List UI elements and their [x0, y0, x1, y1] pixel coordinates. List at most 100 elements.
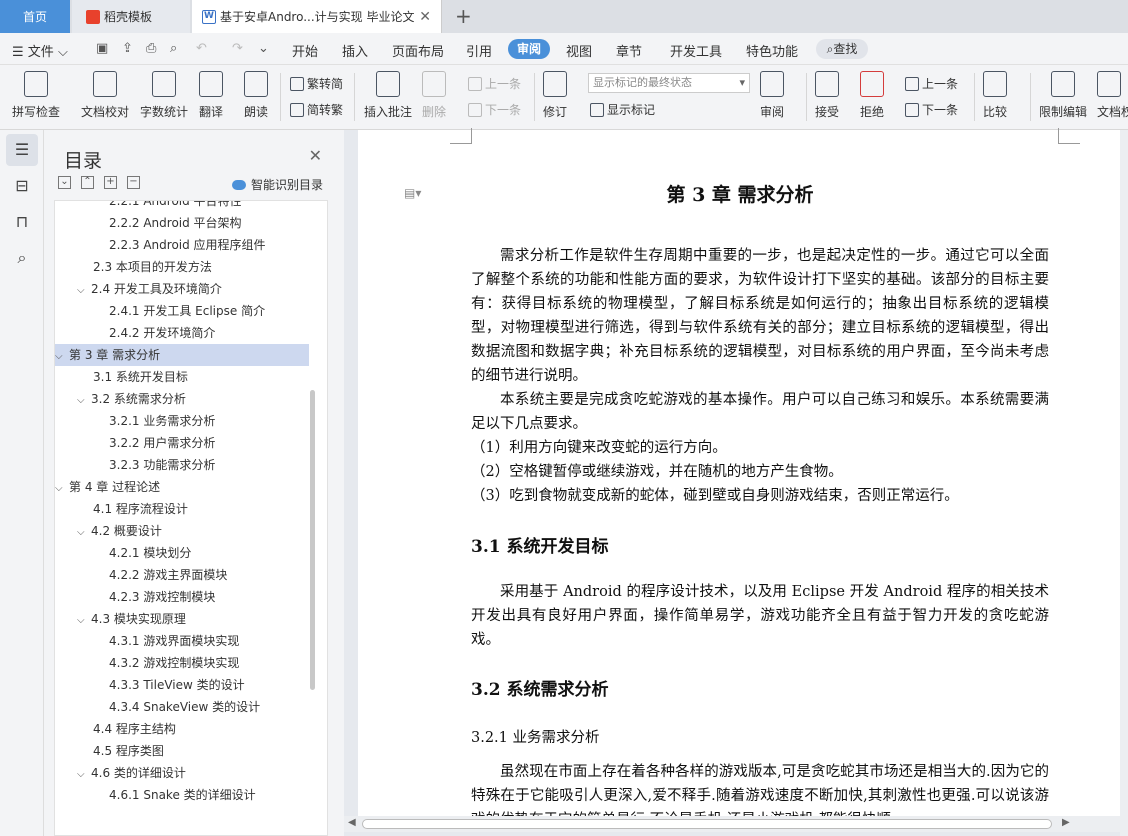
toc-item[interactable]: ⌵ 4.3 模块实现原理	[55, 608, 309, 630]
toc-item[interactable]: 2.2.3 Android 应用程序组件	[55, 234, 309, 256]
chevron-down-icon[interactable]: ⌵	[77, 764, 91, 786]
search-button[interactable]: ⌕查找	[816, 39, 868, 59]
reject-button[interactable]: 拒绝	[860, 71, 884, 120]
undo-icon[interactable]: ↶	[196, 41, 207, 56]
new-tab-icon[interactable]: +	[455, 4, 472, 28]
translate-button[interactable]: 翻译	[199, 71, 223, 120]
toc-item[interactable]: 4.5 程序类图	[55, 740, 309, 762]
accept-button[interactable]: 接受	[815, 71, 839, 120]
tab-document[interactable]: W 基于安卓Andro...计与实现 毕业论文 ✕	[192, 0, 442, 33]
close-icon[interactable]: ✕	[309, 146, 322, 165]
toc-item[interactable]: 4.3.2 游戏控制模块实现	[55, 652, 309, 674]
toc-item[interactable]: 3.2.3 功能需求分析	[55, 454, 309, 476]
traditional-to-simplified-button[interactable]: 繁转简	[290, 75, 343, 92]
menu-features[interactable]: 特色功能	[746, 41, 798, 60]
toc-item[interactable]: 4.2.3 游戏控制模块	[55, 586, 309, 608]
document-permission-button[interactable]: 文档权	[1097, 71, 1128, 120]
save-icon[interactable]: ▣	[96, 41, 108, 56]
accept-label: 接受	[815, 105, 840, 119]
toc-item[interactable]: ⌵ 4.2 概要设计	[55, 520, 309, 542]
toc-item[interactable]: 4.3.4 SnakeView 类的设计	[55, 696, 309, 718]
add-heading-icon[interactable]: +	[104, 176, 117, 189]
toc-item[interactable]: 4.2.1 模块划分	[55, 542, 309, 564]
toc-item[interactable]: 2.2.1 Android 平台特性	[55, 201, 309, 212]
toc-scrollbar[interactable]	[310, 390, 315, 690]
toc-item[interactable]: 3.2.1 业务需求分析	[55, 410, 309, 432]
word-count-button[interactable]: 字数统计	[140, 71, 188, 120]
toc-item[interactable]: 4.3.1 游戏界面模块实现	[55, 630, 309, 652]
toc-item[interactable]: ⌵ 第 4 章 过程论述	[55, 476, 309, 498]
chevron-down-icon[interactable]: ⌵	[77, 390, 91, 412]
customize-icon[interactable]: ⌄	[258, 41, 269, 56]
menu-layout[interactable]: 页面布局	[392, 41, 444, 60]
toc-item[interactable]: ⌵ 4.6 类的详细设计	[55, 762, 309, 784]
redo-icon[interactable]: ↷	[232, 41, 243, 56]
toc-item[interactable]: 2.2.2 Android 平台架构	[55, 212, 309, 234]
toc-item[interactable]: 3.2.2 用户需求分析	[55, 432, 309, 454]
simplified-to-traditional-button[interactable]: 简转繁	[290, 101, 343, 118]
chevron-down-icon[interactable]: ⌵	[77, 280, 91, 302]
chevron-down-icon[interactable]: ⌵	[55, 478, 69, 500]
delete-comment-button[interactable]: 删除	[422, 71, 446, 120]
insert-comment-button[interactable]: 插入批注	[364, 71, 412, 120]
show-markup-icon	[590, 102, 604, 117]
toc-item[interactable]: ⌵ 2.4 开发工具及环境简介	[55, 278, 309, 300]
toc-icon[interactable]: ☰	[12, 140, 32, 160]
expand-all-icon[interactable]: ⌃	[81, 176, 94, 189]
chevron-down-icon[interactable]: ⌵	[77, 610, 91, 632]
prev-change-button[interactable]: 上一条	[905, 75, 958, 92]
menu-view[interactable]: 视图	[566, 41, 592, 60]
markup-state-select[interactable]: 显示标记的最终状态	[588, 73, 750, 93]
bookmark-icon[interactable]: ⊓	[12, 212, 32, 232]
review-pane-button[interactable]: 审阅	[760, 71, 784, 120]
scroll-thumb[interactable]	[362, 819, 1052, 829]
menu-review[interactable]: 审阅	[508, 39, 550, 59]
list-item: （1）利用方向键来改变蛇的运行方向。	[471, 440, 727, 456]
spell-check-button[interactable]: 拼写检查	[12, 71, 60, 120]
collapse-all-icon[interactable]: ⌄	[58, 176, 71, 189]
toc-item[interactable]: 4.1 程序流程设计	[55, 498, 309, 520]
menu-devtools[interactable]: 开发工具	[670, 41, 722, 60]
file-menu[interactable]: ☰ 文件 ⌵	[12, 41, 68, 60]
export-icon[interactable]: ⇪	[122, 41, 133, 56]
print-icon[interactable]: ⎙	[146, 41, 156, 56]
close-icon[interactable]: ✕	[419, 9, 431, 25]
menu-start[interactable]: 开始	[292, 41, 318, 60]
toc-item[interactable]: 4.4 程序主结构	[55, 718, 309, 740]
toc-item[interactable]: 3.1 系统开发目标	[55, 366, 309, 388]
toc-item[interactable]: 2.4.2 开发环境简介	[55, 322, 309, 344]
print-preview-icon[interactable]: ⌕	[170, 41, 177, 56]
scroll-right-icon[interactable]: ▶	[1062, 817, 1070, 828]
menu-insert[interactable]: 插入	[342, 41, 368, 60]
read-aloud-button[interactable]: 朗读	[244, 71, 268, 120]
tab-home[interactable]: 首页	[0, 0, 70, 33]
proofread-button[interactable]: 文档校对	[81, 71, 129, 120]
next-change-button[interactable]: 下一条	[905, 101, 958, 118]
toc-item[interactable]: 2.4.1 开发工具 Eclipse 简介	[55, 300, 309, 322]
restrict-editing-button[interactable]: 限制编辑	[1039, 71, 1087, 120]
toc-item[interactable]: 4.2.2 游戏主界面模块	[55, 564, 309, 586]
chevron-down-icon[interactable]: ⌵	[77, 522, 91, 544]
menu-section[interactable]: 章节	[616, 41, 642, 60]
toc-item[interactable]: 4.3.3 TileView 类的设计	[55, 674, 309, 696]
show-markup-button[interactable]: 显示标记	[590, 101, 655, 118]
toc-item[interactable]: ⌵ 3.2 系统需求分析	[55, 388, 309, 410]
remove-heading-icon[interactable]: −	[127, 176, 140, 189]
chevron-down-icon[interactable]: ⌵	[55, 346, 69, 368]
tab-daoke[interactable]: 稻壳模板	[72, 0, 190, 33]
find-icon[interactable]: ⌕	[12, 248, 32, 268]
track-changes-button[interactable]: 修订	[543, 71, 567, 120]
next-comment-button[interactable]: 下一条	[468, 101, 521, 118]
compare-button[interactable]: 比较	[983, 71, 1007, 120]
scroll-left-icon[interactable]: ◀	[348, 817, 356, 828]
menu-references[interactable]: 引用	[466, 41, 492, 60]
horizontal-scrollbar[interactable]: ◀ ▶	[344, 816, 1128, 832]
vertical-scrollbar[interactable]	[1120, 130, 1128, 836]
toc-item-label: 3.2 系统需求分析	[91, 392, 186, 406]
navigation-icon[interactable]: ⊟	[12, 176, 32, 196]
toc-item[interactable]: 2.3 本项目的开发方法	[55, 256, 309, 278]
toc-item[interactable]: ⌵ 第 3 章 需求分析	[55, 344, 309, 366]
prev-comment-button[interactable]: 上一条	[468, 75, 521, 92]
smart-toc-button[interactable]: 智能识别目录	[232, 176, 323, 193]
toc-item[interactable]: 4.6.1 Snake 类的详细设计	[55, 784, 309, 806]
